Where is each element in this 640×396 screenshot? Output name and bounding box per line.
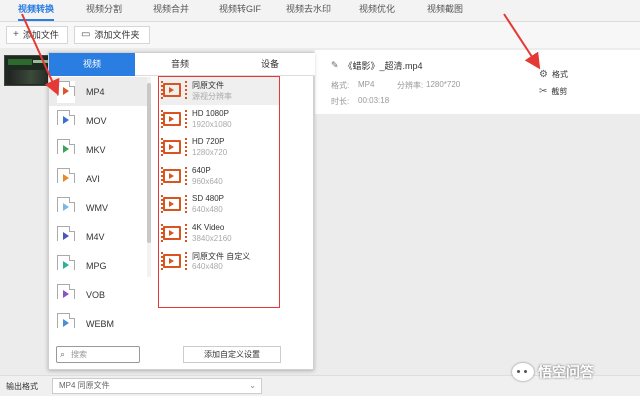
format-value: MP4 bbox=[358, 80, 375, 89]
file-format-icon: MOV bbox=[57, 109, 75, 132]
format-item[interactable]: MP4 MP4 bbox=[49, 77, 147, 106]
tab-video-optimize[interactable]: 视频优化 bbox=[359, 0, 395, 22]
tab-video-screenshot[interactable]: 视频截图 bbox=[427, 0, 463, 22]
annotation-highlight-box bbox=[158, 76, 280, 308]
file-name: 《蜡影》_超清.mp4 bbox=[343, 61, 423, 71]
file-name-row: ✎ 《蜡影》_超清.mp4 bbox=[331, 59, 423, 72]
format-item-label: M4V bbox=[86, 231, 105, 242]
file-format-icon: MP4 bbox=[57, 80, 75, 103]
duration-value: 00:03:18 bbox=[358, 96, 390, 105]
file-format-icon: WEBM bbox=[57, 312, 75, 335]
search-icon: ⌕ bbox=[60, 349, 66, 359]
format-label: 格式: bbox=[331, 81, 350, 90]
duration-label: 时长: bbox=[331, 97, 350, 106]
chevron-down-icon: ⌄ bbox=[249, 381, 256, 390]
format-button[interactable]: ⚙ 格式 bbox=[539, 69, 568, 80]
format-item[interactable]: MPG MPG bbox=[49, 251, 147, 280]
add-file-label: 添加文件 bbox=[22, 30, 59, 40]
top-tab-bar: 视频转换 视频分割 视频合并 视频转GIF 视频去水印 视频优化 视频截图 bbox=[0, 0, 640, 22]
format-item-label: VOB bbox=[86, 289, 106, 300]
search-placeholder: 搜索 bbox=[71, 350, 87, 359]
add-file-button[interactable]: + 添加文件 bbox=[6, 26, 68, 44]
folder-icon: ▭ bbox=[81, 29, 91, 40]
resolution-label: 分辨率: bbox=[397, 81, 424, 90]
file-format-icon: MKV bbox=[57, 138, 75, 161]
resolution-value: 1280*720 bbox=[426, 80, 461, 89]
format-item[interactable]: WMV WMV bbox=[49, 193, 147, 222]
format-item-label: MOV bbox=[86, 115, 107, 126]
tab-video-split[interactable]: 视频分割 bbox=[86, 0, 122, 22]
toolbar: + 添加文件 ▭ 添加文件夹 bbox=[0, 22, 640, 48]
cut-button-label: 截剪 bbox=[551, 87, 568, 96]
plus-icon: + bbox=[13, 29, 19, 40]
edit-pencil-icon[interactable]: ✎ bbox=[331, 60, 339, 71]
file-format-icon: M4V bbox=[57, 225, 75, 248]
output-format-label: 输出格式 bbox=[6, 382, 38, 391]
format-list-scrollbar[interactable] bbox=[147, 77, 151, 277]
tab-video-to-gif[interactable]: 视频转GIF bbox=[219, 0, 261, 22]
file-info-panel: ✎ 《蜡影》_超清.mp4 格式: MP4 分辨率: 1280*720 时长: … bbox=[315, 50, 640, 114]
format-button-label: 格式 bbox=[551, 70, 568, 79]
format-item-label: AVI bbox=[86, 173, 100, 184]
format-item[interactable]: MKV MKV bbox=[49, 135, 147, 164]
file-format-icon: MPG bbox=[57, 254, 75, 277]
tab-video-convert[interactable]: 视频转换 bbox=[18, 0, 55, 22]
add-folder-label: 添加文件夹 bbox=[94, 30, 140, 40]
format-item[interactable]: AVI AVI bbox=[49, 164, 147, 193]
format-item-label: WEBM bbox=[86, 318, 114, 329]
add-custom-setting-button[interactable]: 添加自定义设置 bbox=[183, 346, 281, 363]
popup-tabs: 视频 音频 设备 bbox=[49, 53, 315, 76]
format-list: MP4 MP4 MOV MOV MKV MKV AVI AVI WMV WMV M4V M4V MPG M… bbox=[49, 77, 147, 339]
format-item[interactable]: M4V M4V bbox=[49, 222, 147, 251]
gear-icon: ⚙ bbox=[539, 69, 548, 80]
file-format-icon: WMV bbox=[57, 196, 75, 219]
add-folder-button[interactable]: ▭ 添加文件夹 bbox=[74, 26, 150, 44]
tab-video-merge[interactable]: 视频合并 bbox=[153, 0, 189, 22]
tab-device[interactable]: 设备 bbox=[225, 53, 315, 76]
tab-audio[interactable]: 音频 bbox=[135, 53, 225, 76]
scissors-icon: ✂ bbox=[539, 86, 548, 97]
file-format-icon: VOB bbox=[57, 283, 75, 306]
format-item-label: MP4 bbox=[86, 86, 105, 97]
watermark-logo-icon bbox=[512, 363, 534, 381]
tab-remove-watermark[interactable]: 视频去水印 bbox=[286, 0, 331, 22]
watermark-text: 悟空问答 bbox=[538, 364, 594, 380]
output-format-value: MP4 同原文件 bbox=[59, 381, 110, 390]
format-item-label: MKV bbox=[86, 144, 106, 155]
format-item[interactable]: WEBM WEBM bbox=[49, 309, 147, 338]
format-item[interactable]: MOV MOV bbox=[49, 106, 147, 135]
format-item-label: WMV bbox=[86, 202, 108, 213]
format-item-label: MPG bbox=[86, 260, 107, 271]
format-search-input[interactable]: ⌕ 搜索 bbox=[56, 346, 140, 363]
output-format-select[interactable]: MP4 同原文件 ⌄ bbox=[52, 378, 262, 394]
tab-video[interactable]: 视频 bbox=[49, 53, 135, 76]
format-item[interactable]: VOB VOB bbox=[49, 280, 147, 309]
file-format-icon: AVI bbox=[57, 167, 75, 190]
cut-button[interactable]: ✂ 截剪 bbox=[539, 86, 567, 97]
watermark: 悟空问答 bbox=[512, 362, 594, 382]
